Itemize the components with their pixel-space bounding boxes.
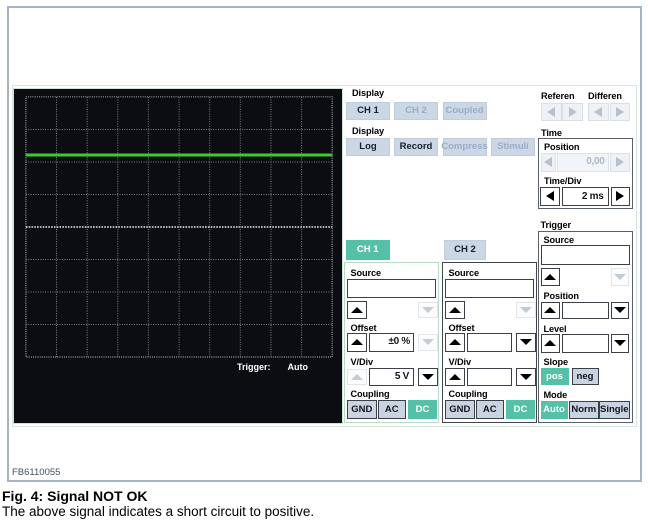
svg-text:Trigger:: Trigger: xyxy=(237,362,271,372)
svg-text:Auto: Auto xyxy=(287,362,308,372)
